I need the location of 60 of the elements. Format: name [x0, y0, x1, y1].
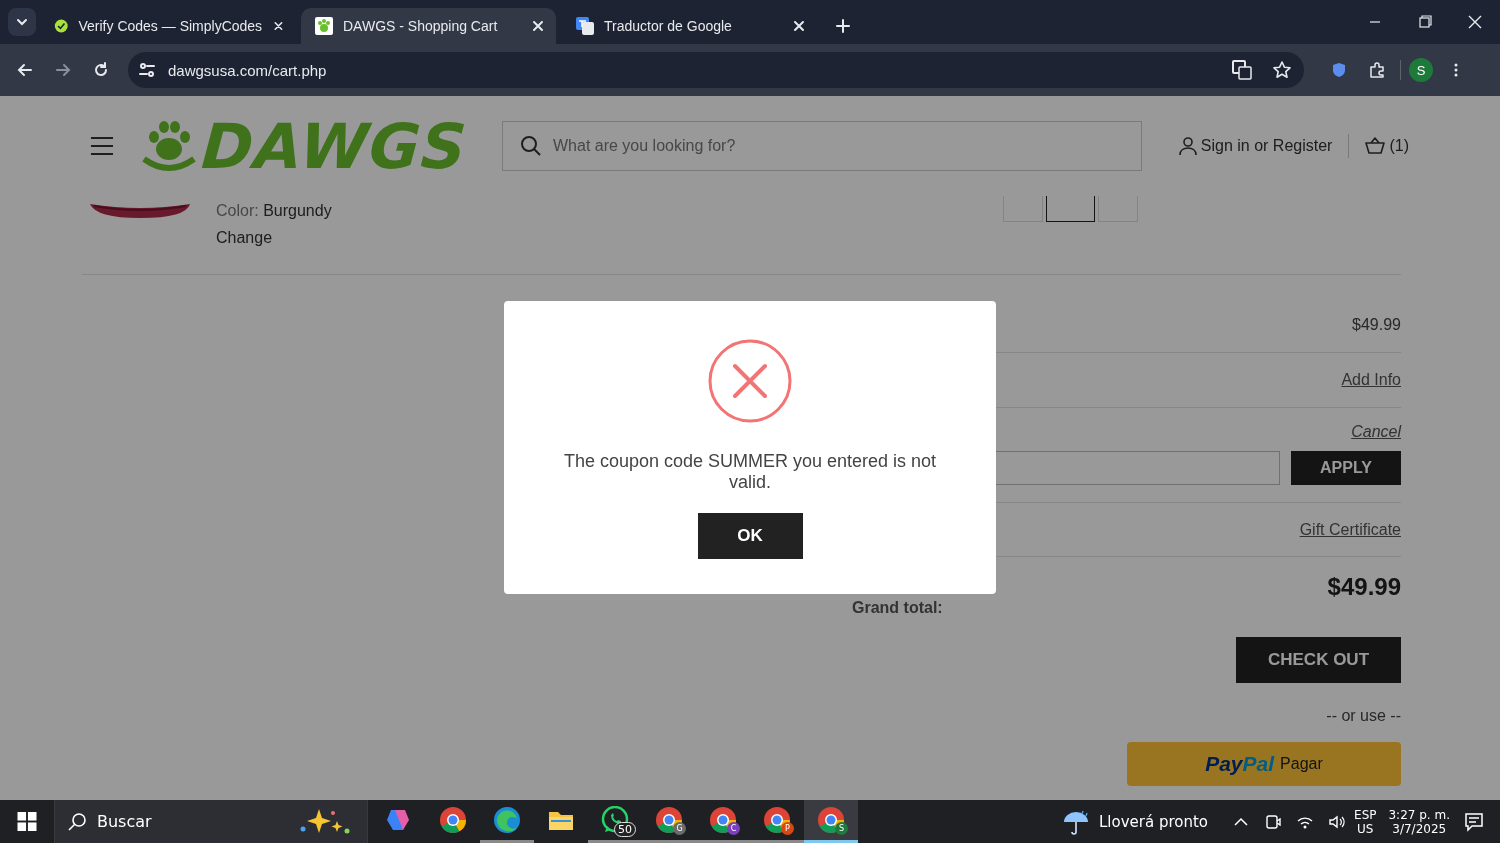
ok-button[interactable]: OK [697, 513, 803, 559]
browser-icon [439, 806, 467, 834]
profile-badge: G [673, 822, 686, 835]
star-icon[interactable] [1272, 60, 1292, 80]
profile-badge: P [781, 822, 794, 835]
subtotal-value: $49.99 [1352, 315, 1401, 334]
paypal-button[interactable]: PayPal Pagar [1127, 742, 1401, 786]
close-icon[interactable] [530, 18, 546, 34]
translate-icon [576, 17, 594, 35]
grand-total-label: Grand total: [852, 599, 943, 617]
check-icon [54, 17, 69, 35]
gift-certificate-link[interactable]: Gift Certificate [1299, 520, 1401, 539]
browser-icon [763, 806, 791, 834]
weather-widget[interactable]: Lloverá pronto [1061, 807, 1209, 836]
apply-button[interactable]: APPLY [1291, 451, 1401, 485]
translate-icon[interactable] [1232, 60, 1252, 80]
profile-badge: S [835, 822, 848, 835]
error-icon [708, 339, 792, 423]
address-bar[interactable]: dawgsusa.com/cart.php [128, 52, 1304, 88]
add-info-link[interactable]: Add Info [1341, 371, 1401, 389]
color-option: Color: Burgundy [216, 202, 332, 220]
language-indicator[interactable]: ESP US [1354, 807, 1377, 836]
taskbar-app-button[interactable]: S [804, 800, 858, 843]
cart-link[interactable]: (1) [1365, 137, 1409, 155]
browser-tab[interactable]: Verify Codes — SimplyCodes [40, 8, 295, 44]
close-icon[interactable] [791, 18, 807, 34]
taskbar-app-button[interactable]: 50 [588, 800, 642, 843]
taskbar-app-button[interactable]: C [696, 800, 750, 843]
browser-icon [655, 806, 683, 834]
search-field[interactable]: What are you looking for? [502, 121, 1142, 171]
caret-icon [16, 18, 28, 26]
site-settings-icon[interactable] [138, 61, 156, 79]
basket-icon [1365, 137, 1386, 155]
sign-in-link[interactable]: Sign in or Register [1178, 136, 1333, 156]
browser-tab[interactable]: Traductor de Google [562, 8, 817, 44]
quantity-field[interactable] [1046, 196, 1095, 222]
camera-icon[interactable] [1264, 812, 1283, 831]
browser-icon [817, 806, 845, 834]
profile-avatar[interactable]: S [1409, 58, 1433, 82]
checkout-button[interactable]: CHECK OUT [1236, 637, 1401, 683]
tab-list-button[interactable] [8, 8, 36, 36]
taskbar-app-button[interactable]: G [642, 800, 696, 843]
browser-icon [709, 806, 737, 834]
search-icon [67, 811, 87, 832]
alternative-payment-text: -- or use -- [1325, 707, 1401, 725]
browser-tab[interactable]: DAWGS - Shopping Cart [301, 8, 556, 44]
grand-total-value: $49.99 [1327, 573, 1401, 601]
profile-badge: C [727, 822, 740, 835]
clock[interactable]: 3:27 p. m. 3/7/2025 [1388, 807, 1450, 836]
paw-icon [315, 17, 333, 35]
person-icon [1178, 136, 1197, 156]
taskbar-search[interactable]: Buscar [54, 800, 368, 843]
browser-icon [493, 806, 521, 834]
notification-badge: 50 [614, 822, 636, 837]
change-link[interactable]: Change [216, 229, 332, 247]
menu-icon[interactable] [90, 136, 114, 156]
notification-icon[interactable] [1464, 811, 1484, 832]
plus-icon[interactable] [835, 18, 851, 34]
alert-message: The coupon code SUMMER you entered is not valid. [562, 451, 938, 493]
cancel-link[interactable]: Cancel [1351, 423, 1401, 441]
